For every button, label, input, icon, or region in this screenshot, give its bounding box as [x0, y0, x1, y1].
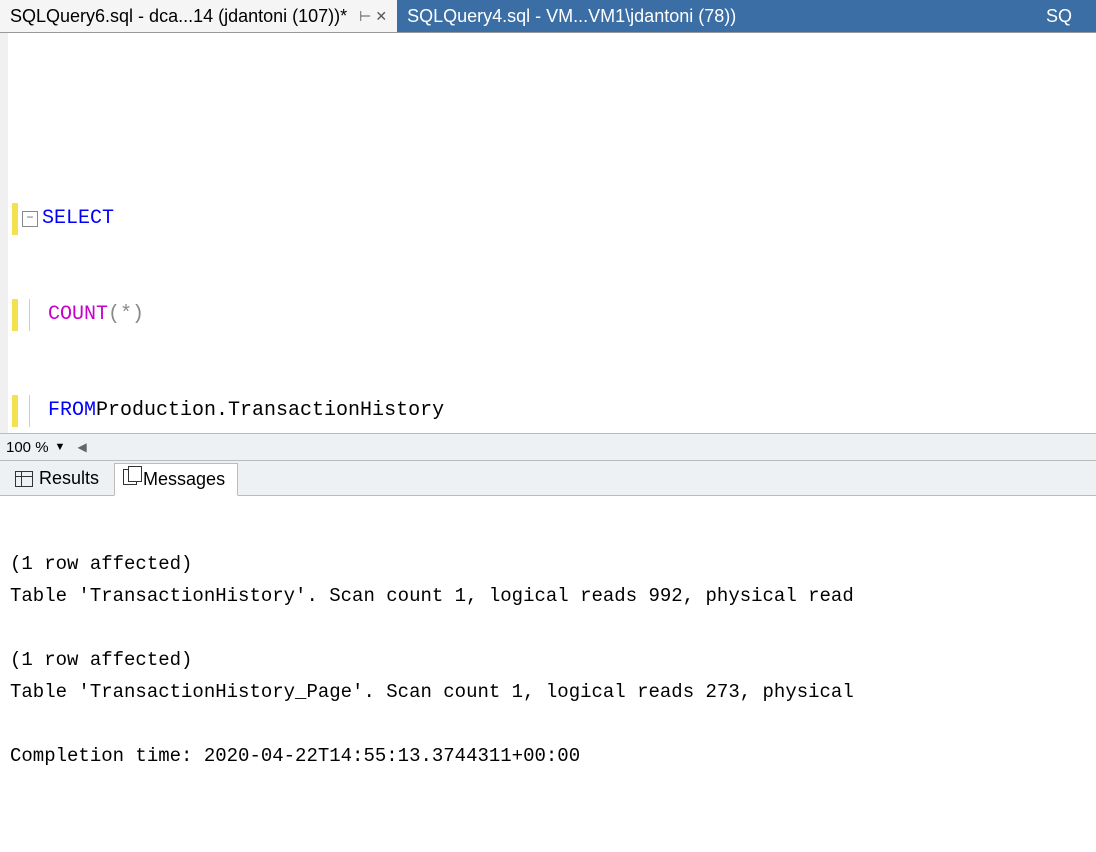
zoom-level[interactable]: 100 % — [6, 439, 49, 456]
tab-sqlquery4[interactable]: SQLQuery4.sql - VM...VM1\jdantoni (78)) — [397, 0, 1036, 32]
zoom-dropdown-icon[interactable]: ▼ — [55, 441, 66, 453]
message-line: Table 'TransactionHistory'. Scan count 1… — [10, 585, 854, 607]
sql-keyword-from: FROM — [48, 395, 96, 427]
grid-icon — [15, 471, 33, 487]
sql-table-1: Production.TransactionHistory — [96, 395, 444, 427]
sql-star: (*) — [108, 299, 144, 331]
sql-keyword-select: SELECT — [42, 203, 114, 235]
messages-icon — [123, 469, 137, 490]
messages-pane[interactable]: (1 row affected) Table 'TransactionHisto… — [0, 496, 1096, 792]
tab-title: SQ — [1046, 6, 1072, 27]
tab-label: Messages — [143, 469, 225, 490]
zoom-bar: 100 % ▼ ◀ — [0, 433, 1096, 461]
tab-overflow[interactable]: SQ — [1036, 0, 1096, 32]
pin-icon[interactable]: ⊢ — [359, 8, 371, 25]
tab-messages[interactable]: Messages — [114, 463, 238, 496]
sql-editor[interactable]: −SELECT COUNT(*) FROM Production.Transac… — [8, 33, 1096, 433]
message-line: Completion time: 2020-04-22T14:55:13.374… — [10, 745, 580, 767]
tab-results[interactable]: Results — [6, 462, 112, 495]
results-tab-bar: Results Messages — [0, 461, 1096, 496]
message-line: (1 row affected) — [10, 553, 192, 575]
outline-collapse-icon[interactable]: − — [22, 211, 38, 227]
message-line: (1 row affected) — [10, 649, 192, 671]
message-line: Table 'TransactionHistory_Page'. Scan co… — [10, 681, 854, 703]
tab-sqlquery6[interactable]: SQLQuery6.sql - dca...14 (jdantoni (107)… — [0, 0, 397, 32]
tab-title: SQLQuery6.sql - dca...14 (jdantoni (107)… — [10, 6, 347, 27]
tab-label: Results — [39, 468, 99, 489]
sql-function-count: COUNT — [48, 299, 108, 331]
sql-editor-pane: −SELECT COUNT(*) FROM Production.Transac… — [0, 33, 1096, 433]
close-icon[interactable]: ✕ — [375, 8, 387, 25]
tab-title: SQLQuery4.sql - VM...VM1\jdantoni (78)) — [407, 6, 736, 27]
change-margin — [0, 33, 8, 433]
document-tab-bar: SQLQuery6.sql - dca...14 (jdantoni (107)… — [0, 0, 1096, 33]
scroll-left-icon[interactable]: ◀ — [77, 440, 86, 454]
